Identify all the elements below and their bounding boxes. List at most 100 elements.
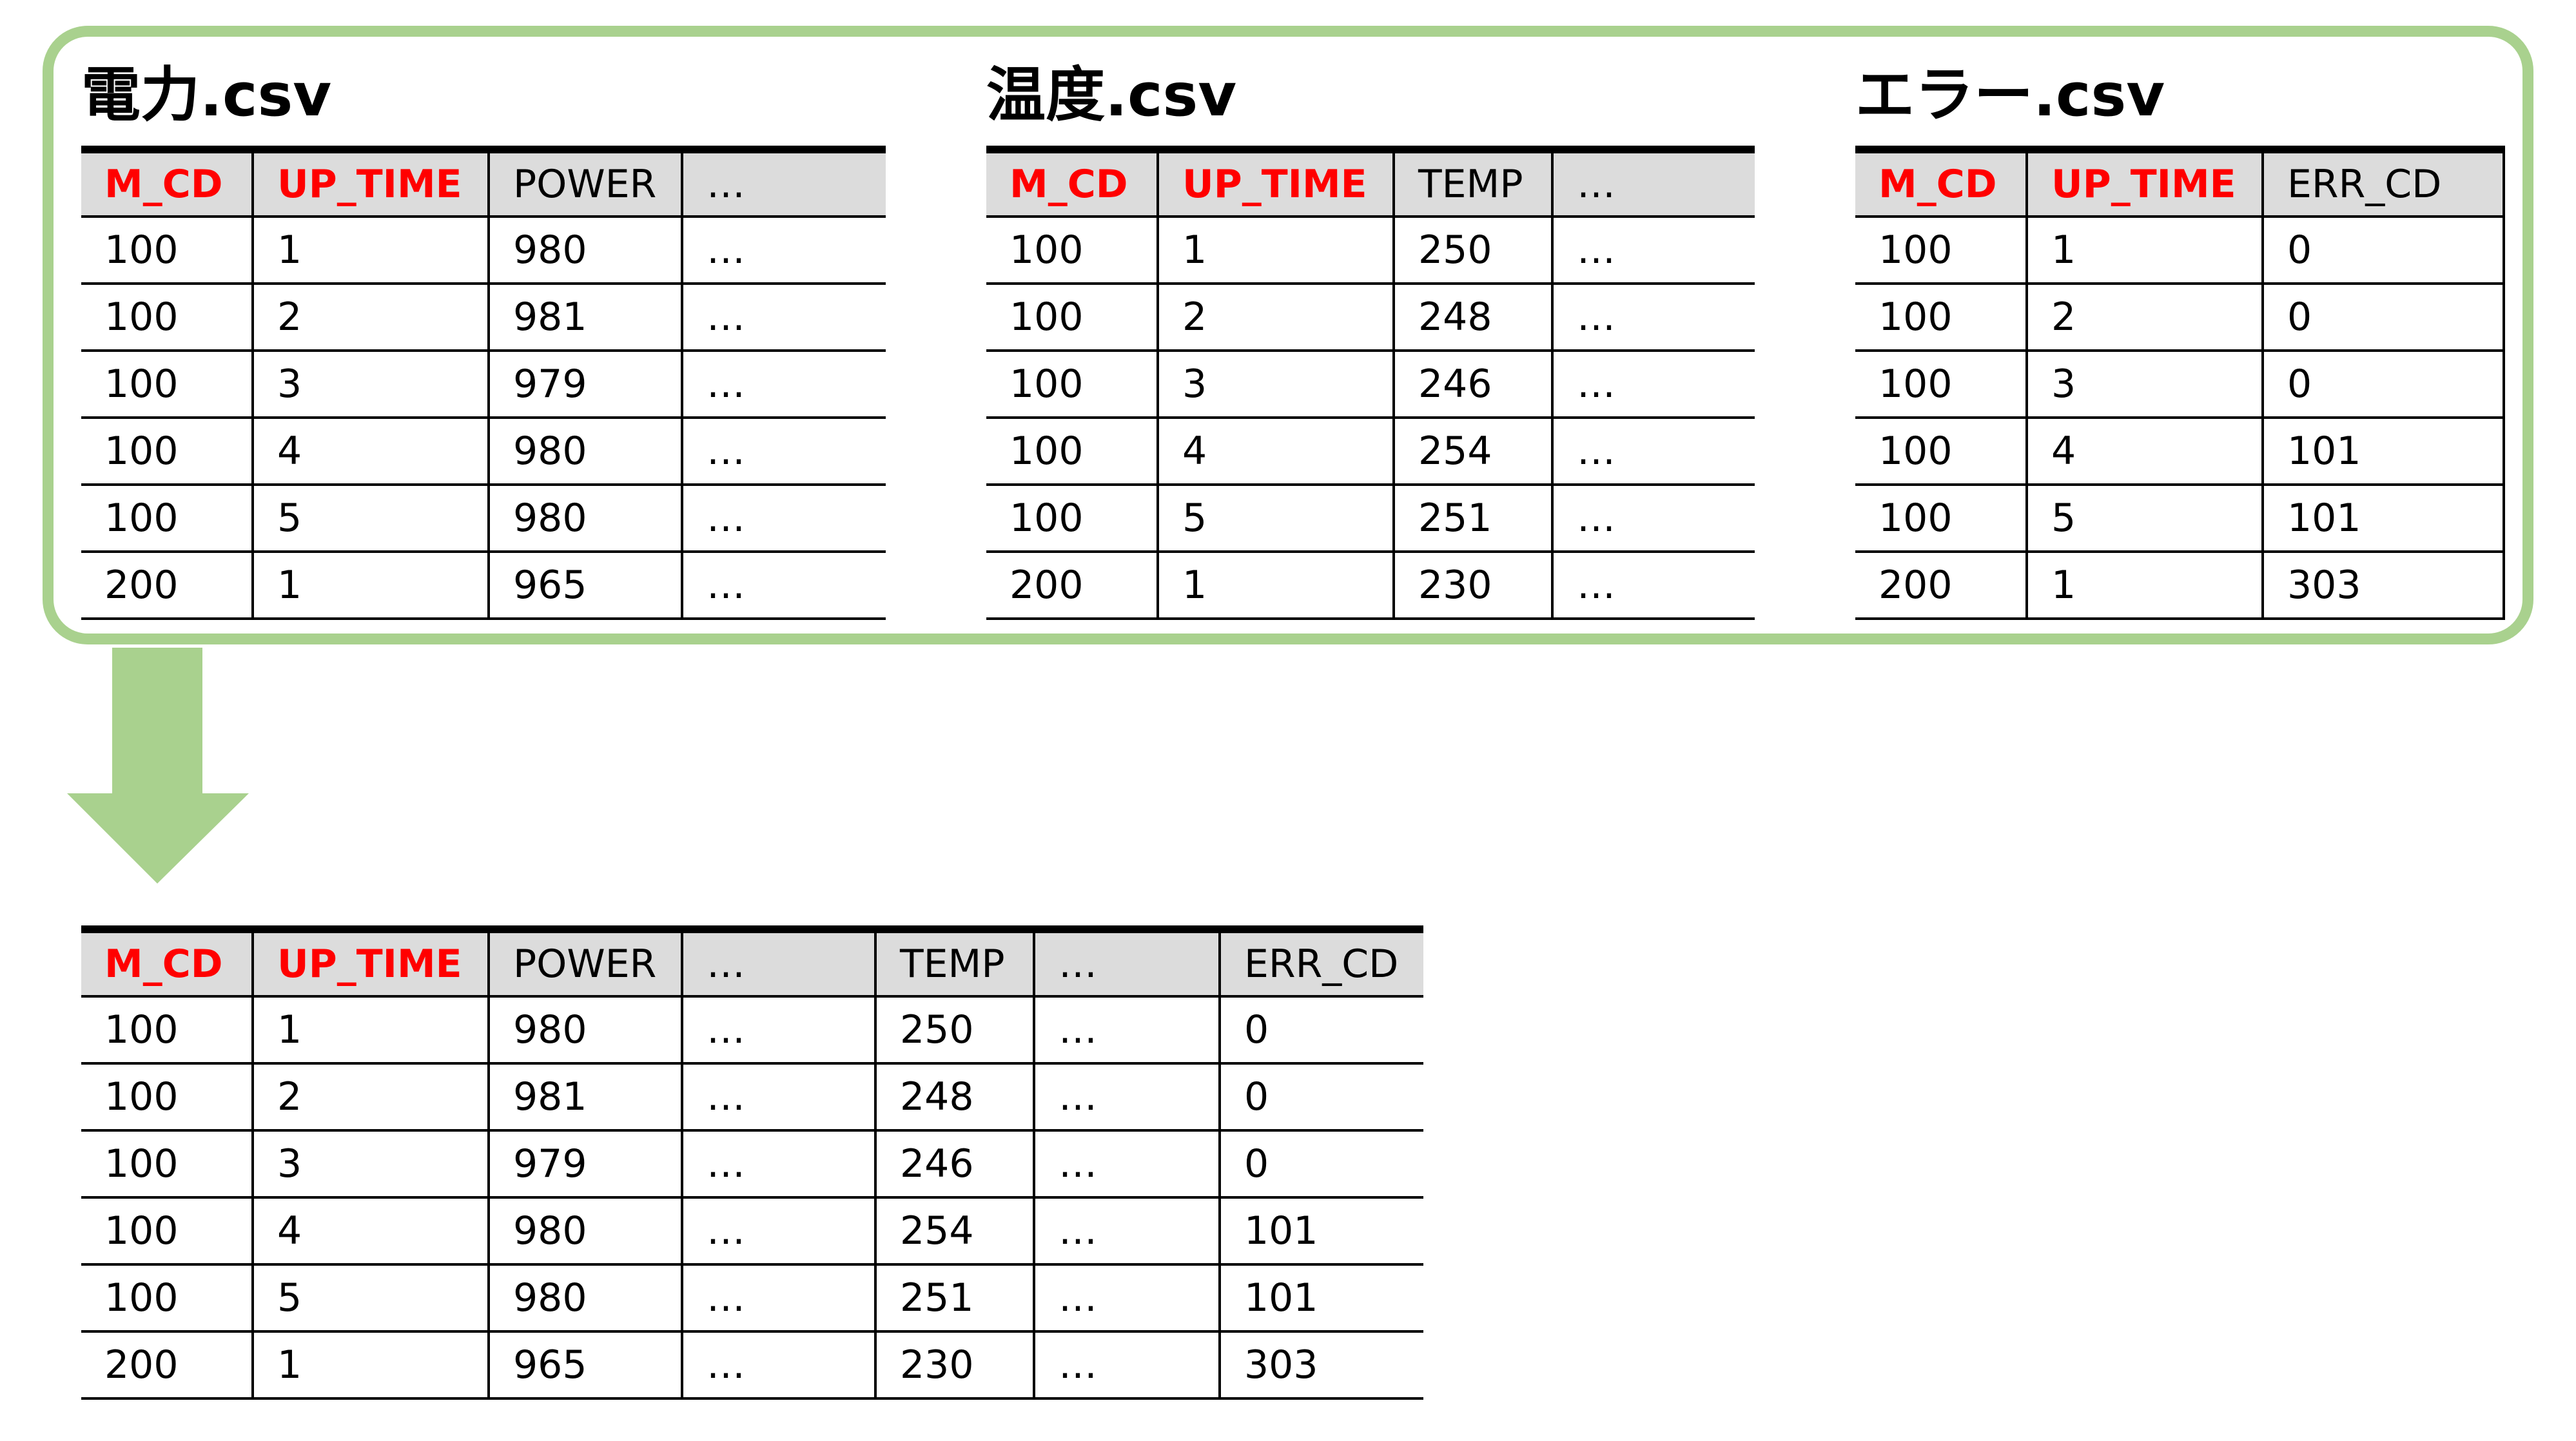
table-cell: 965 bbox=[487, 552, 682, 620]
table-cell: 100 bbox=[81, 284, 253, 352]
table-cell: … bbox=[1033, 1197, 1220, 1266]
table-cell: 980 bbox=[487, 1197, 682, 1266]
table-cell: … bbox=[681, 351, 886, 419]
table-cell: 1 bbox=[251, 552, 489, 620]
column-header: ERR_CD bbox=[1218, 929, 1423, 998]
table-cell: 230 bbox=[1392, 552, 1552, 620]
table-cell: 1 bbox=[251, 1331, 489, 1400]
table-row: 100 3 0 bbox=[1855, 351, 2505, 419]
table-cell: 100 bbox=[81, 1264, 253, 1333]
column-header: TEMP bbox=[1392, 150, 1552, 218]
table-cell: 980 bbox=[487, 485, 682, 553]
table-cell: 3 bbox=[251, 351, 489, 419]
table-row: 100 1 980… bbox=[81, 217, 886, 285]
table-row: 200 1 230… bbox=[986, 552, 1755, 620]
table-cell: 303 bbox=[2261, 552, 2505, 620]
table-cell: 980 bbox=[487, 217, 682, 285]
table-cell: … bbox=[1033, 1264, 1220, 1333]
table-cell: 101 bbox=[2261, 418, 2505, 486]
column-header: M_CD bbox=[986, 150, 1158, 218]
merged-result-table: M_CD UP_TIME POWER… TEMP… ERR_CD 100 1 980… 250…… bbox=[81, 925, 1423, 1400]
header-row: M_CD UP_TIME POWER… TEMP… ERR_CD bbox=[81, 929, 1423, 998]
table-cell: … bbox=[1551, 284, 1755, 352]
table-row: 100 5 251… bbox=[986, 485, 1755, 553]
table-row: 100 1 0 bbox=[1855, 217, 2505, 285]
column-header: M_CD bbox=[81, 150, 253, 218]
column-header: … bbox=[681, 929, 875, 998]
table-cell: … bbox=[1551, 351, 1755, 419]
table-row: 200 1 965… 230… 303 bbox=[81, 1331, 1423, 1400]
table-cell: 100 bbox=[1855, 418, 2027, 486]
table-cell: 251 bbox=[874, 1264, 1034, 1333]
table-cell: … bbox=[681, 1264, 875, 1333]
table-cell: 0 bbox=[1218, 1063, 1423, 1132]
table-cell: 979 bbox=[487, 1130, 682, 1199]
table-cell: 0 bbox=[1218, 996, 1423, 1065]
error-csv-table: M_CD UP_TIME ERR_CD 100 1 0 100 2 0 100 3 0 100 4 101 1… bbox=[1855, 146, 2505, 620]
table-cell: 100 bbox=[986, 351, 1158, 419]
table-row: 100 3 979… bbox=[81, 351, 886, 419]
table-cell: 101 bbox=[1218, 1197, 1423, 1266]
table-cell: 248 bbox=[874, 1063, 1034, 1132]
table-cell: 100 bbox=[81, 418, 253, 486]
table-row: 100 5 101 bbox=[1855, 485, 2505, 553]
table-cell: 246 bbox=[1392, 351, 1552, 419]
table-row: 100 3 246… bbox=[986, 351, 1755, 419]
table-cell: … bbox=[681, 217, 886, 285]
table-row: 100 2 248… bbox=[986, 284, 1755, 352]
table-cell: 1 bbox=[251, 217, 489, 285]
table-cell: 4 bbox=[1156, 418, 1394, 486]
table-row: 100 1 250… bbox=[986, 217, 1755, 285]
error-csv-title: エラー.csv bbox=[1855, 61, 2165, 130]
table-cell: 100 bbox=[81, 351, 253, 419]
table-cell: 250 bbox=[874, 996, 1034, 1065]
table-cell: 5 bbox=[2025, 485, 2263, 553]
column-header: ERR_CD bbox=[2261, 150, 2505, 218]
power-csv-title: 電力.csv bbox=[81, 61, 332, 130]
table-cell: 248 bbox=[1392, 284, 1552, 352]
table-cell: 100 bbox=[1855, 485, 2027, 553]
table-cell: 980 bbox=[487, 996, 682, 1065]
table-cell: 254 bbox=[1392, 418, 1552, 486]
power-csv-table: M_CD UP_TIME POWER… 100 1 980… 100 2 981… 100 3 979… bbox=[81, 146, 886, 620]
table-row: 100 4 101 bbox=[1855, 418, 2505, 486]
table-cell: 0 bbox=[2261, 351, 2505, 419]
table-cell: 2 bbox=[1156, 284, 1394, 352]
column-header: UP_TIME bbox=[251, 150, 489, 218]
table-cell: 100 bbox=[986, 418, 1158, 486]
table-cell: 1 bbox=[1156, 217, 1394, 285]
table-cell: 100 bbox=[986, 284, 1158, 352]
table-cell: 2 bbox=[2025, 284, 2263, 352]
table-cell: 200 bbox=[81, 1331, 253, 1400]
temperature-csv-table: M_CD UP_TIME TEMP… 100 1 250… 100 2 248… 100 3 246…… bbox=[986, 146, 1755, 620]
column-header: … bbox=[1033, 929, 1220, 998]
table-cell: 250 bbox=[1392, 217, 1552, 285]
table-cell: 3 bbox=[251, 1130, 489, 1199]
table-row: 100 2 981… bbox=[81, 284, 886, 352]
table-cell: 0 bbox=[1218, 1130, 1423, 1199]
table-cell: 981 bbox=[487, 284, 682, 352]
merge-down-arrow-icon bbox=[67, 648, 249, 884]
column-header: UP_TIME bbox=[2025, 150, 2263, 218]
table-cell: 303 bbox=[1218, 1331, 1423, 1400]
table-row: 100 5 980… bbox=[81, 485, 886, 553]
table-cell: 100 bbox=[81, 1197, 253, 1266]
table-cell: 251 bbox=[1392, 485, 1552, 553]
table-cell: 980 bbox=[487, 418, 682, 486]
header-row: M_CD UP_TIME POWER… bbox=[81, 150, 886, 218]
column-header: UP_TIME bbox=[251, 929, 489, 998]
table-cell: 1 bbox=[251, 996, 489, 1065]
table-cell: 2 bbox=[251, 284, 489, 352]
table-cell: 100 bbox=[1855, 351, 2027, 419]
table-cell: 100 bbox=[986, 485, 1158, 553]
table-row: 100 4 980… bbox=[81, 418, 886, 486]
table-cell: … bbox=[1033, 1063, 1220, 1132]
table-cell: 4 bbox=[251, 1197, 489, 1266]
table-cell: 100 bbox=[1855, 284, 2027, 352]
table-row: 100 5 980… 251… 101 bbox=[81, 1264, 1423, 1333]
table-row: 200 1 965… bbox=[81, 552, 886, 620]
table-cell: 3 bbox=[2025, 351, 2263, 419]
table-cell: … bbox=[1551, 485, 1755, 553]
table-row: 200 1 303 bbox=[1855, 552, 2505, 620]
table-cell: 246 bbox=[874, 1130, 1034, 1199]
